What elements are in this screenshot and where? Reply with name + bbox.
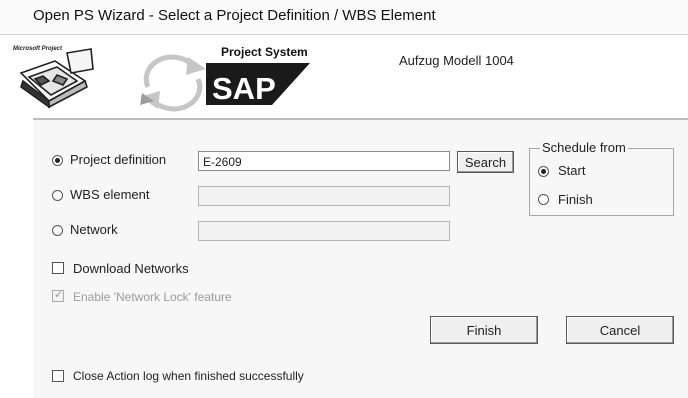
schedule-start-label: Start (558, 163, 586, 178)
schedule-from-title: Schedule from (540, 140, 628, 155)
network-label: Network (70, 222, 118, 237)
network-radio[interactable] (52, 225, 63, 236)
banner: Microsoft Project Project System SAP Auf… (0, 35, 688, 118)
schedule-finish-label: Finish (558, 192, 593, 207)
title-bar: Open PS Wizard - Select a Project Defini… (0, 0, 688, 35)
network-lock-label: Enable 'Network Lock' feature (73, 290, 232, 304)
project-definition-input[interactable]: E-2609 (198, 151, 450, 171)
project-definition-label: Project definition (70, 152, 167, 167)
window-title: Open PS Wizard - Select a Project Defini… (33, 7, 436, 24)
schedule-from-group (529, 148, 674, 216)
sap-logo-text: SAP (212, 71, 276, 106)
schedule-finish-radio[interactable] (538, 194, 549, 205)
search-button[interactable]: Search (457, 151, 514, 173)
ms-project-logo-icon: Microsoft Project (13, 46, 94, 109)
close-action-log-label: Close Action log when finished successfu… (73, 369, 304, 383)
checkmark-icon: ✓ (54, 288, 64, 301)
ms-project-logo-text: Microsoft Project (13, 46, 63, 52)
download-networks-label: Download Networks (73, 261, 189, 276)
sap-logo-icon: Project System SAP (206, 45, 310, 106)
cancel-button[interactable]: Cancel (566, 316, 674, 344)
network-lock-checkbox[interactable]: ✓ (52, 288, 64, 302)
wbs-element-input[interactable] (198, 186, 450, 206)
download-networks-checkbox[interactable] (52, 262, 64, 274)
finish-button[interactable]: Finish (430, 316, 538, 344)
network-input[interactable] (198, 221, 450, 241)
project-system-label: Project System (221, 45, 308, 59)
wbs-element-label: WBS element (70, 187, 150, 202)
wbs-element-radio[interactable] (52, 190, 63, 201)
schedule-start-radio[interactable] (538, 166, 549, 177)
project-definition-radio[interactable] (52, 155, 63, 166)
close-action-log-checkbox[interactable] (52, 370, 64, 382)
project-name-label: Aufzug Modell 1004 (399, 53, 514, 68)
